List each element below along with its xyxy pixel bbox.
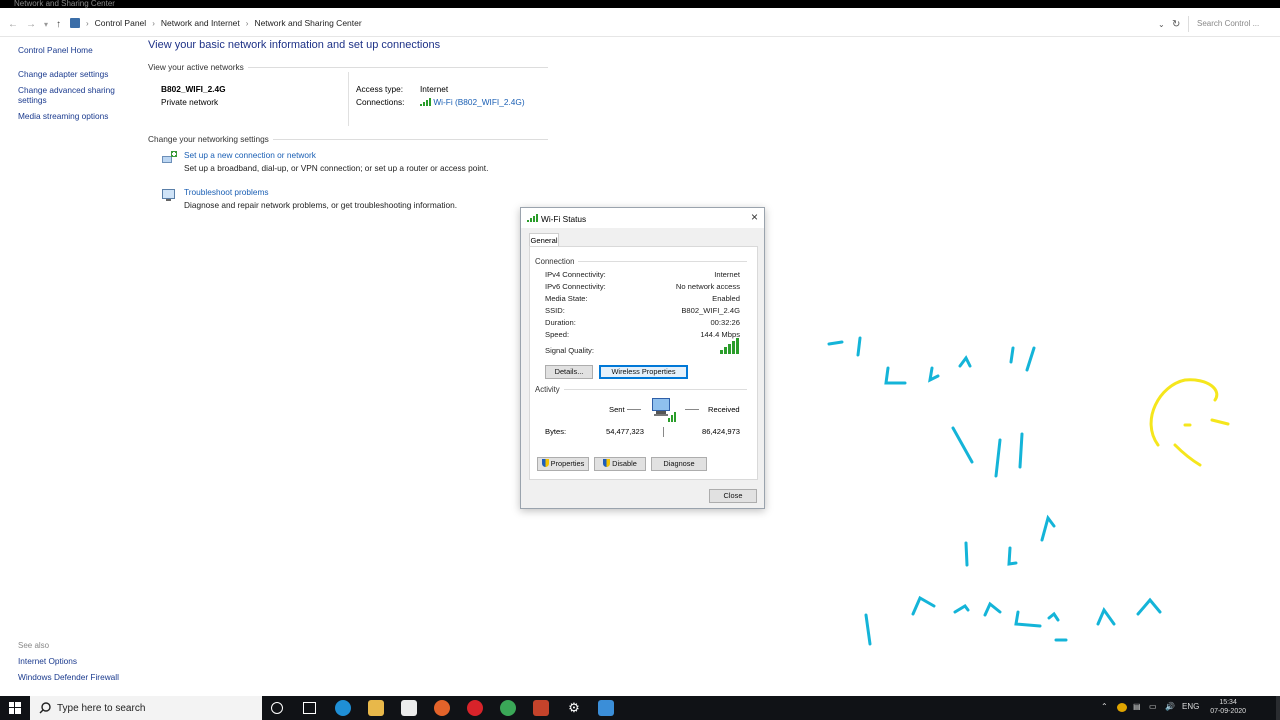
windows-start-icon[interactable]: [9, 702, 21, 714]
ink-stroke: [1173, 443, 1202, 467]
language-indicator[interactable]: ENG: [1182, 702, 1199, 711]
ink-stroke: [864, 613, 872, 646]
ink-stroke: [1018, 432, 1024, 469]
network-icon[interactable]: ▤: [1133, 702, 1141, 711]
battery-icon[interactable]: ▭: [1149, 702, 1157, 711]
task-view-icon[interactable]: [303, 702, 316, 714]
ink-stroke: [1149, 378, 1219, 447]
ink-stroke: [953, 604, 970, 614]
clock-date: 07-09-2020: [1210, 708, 1246, 715]
opera-icon[interactable]: [467, 700, 483, 716]
ink-stroke: [884, 366, 907, 385]
volume-icon[interactable]: 🔊: [1165, 702, 1175, 711]
taskbar: Type here to search ⚙ ⌃ ▤ ▭ 🔊 ENG 15:34 …: [0, 696, 1280, 720]
ink-stroke: [1096, 606, 1116, 626]
ink-stroke: [911, 595, 936, 616]
ink-stroke: [1009, 346, 1015, 364]
ink-stroke: [958, 355, 972, 368]
store-icon[interactable]: [401, 700, 417, 716]
ink-stroke: [1136, 597, 1162, 616]
ink-stroke: [994, 438, 1002, 478]
ink-stroke: [1007, 546, 1018, 566]
powerpoint-icon[interactable]: [533, 700, 549, 716]
file-explorer-icon[interactable]: [368, 700, 384, 716]
search-icon: [39, 702, 51, 714]
clock-time: 15:34: [1219, 699, 1237, 706]
edge-icon[interactable]: [335, 700, 351, 716]
ink-stroke: [1047, 611, 1060, 622]
ink-stroke: [1210, 418, 1230, 426]
ink-stroke: [928, 366, 940, 383]
ink-stroke: [1040, 514, 1056, 542]
ink-stroke: [964, 541, 969, 567]
cortana-icon[interactable]: [271, 702, 283, 714]
settings-icon[interactable]: ⚙: [566, 700, 582, 716]
show-desktop-button[interactable]: [1276, 696, 1280, 720]
clock[interactable]: 15:34 07-09-2020: [1210, 698, 1246, 716]
control-panel-taskbar-icon[interactable]: [598, 700, 614, 716]
ink-stroke: [827, 340, 844, 346]
ink-stroke: [1025, 346, 1036, 372]
chevron-up-icon[interactable]: ⌃: [1101, 702, 1108, 711]
tray-app-icon[interactable]: [1117, 703, 1127, 712]
chrome-icon[interactable]: [500, 700, 516, 716]
taskbar-search[interactable]: Type here to search: [30, 696, 262, 720]
ink-stroke: [856, 336, 862, 357]
taskbar-search-text: Type here to search: [57, 703, 146, 714]
ink-stroke: [951, 426, 974, 464]
ink-stroke: [983, 601, 1002, 617]
firefox-icon[interactable]: [434, 700, 450, 716]
annotation-ink: [827, 336, 1230, 646]
ink-stroke: [1014, 610, 1042, 628]
